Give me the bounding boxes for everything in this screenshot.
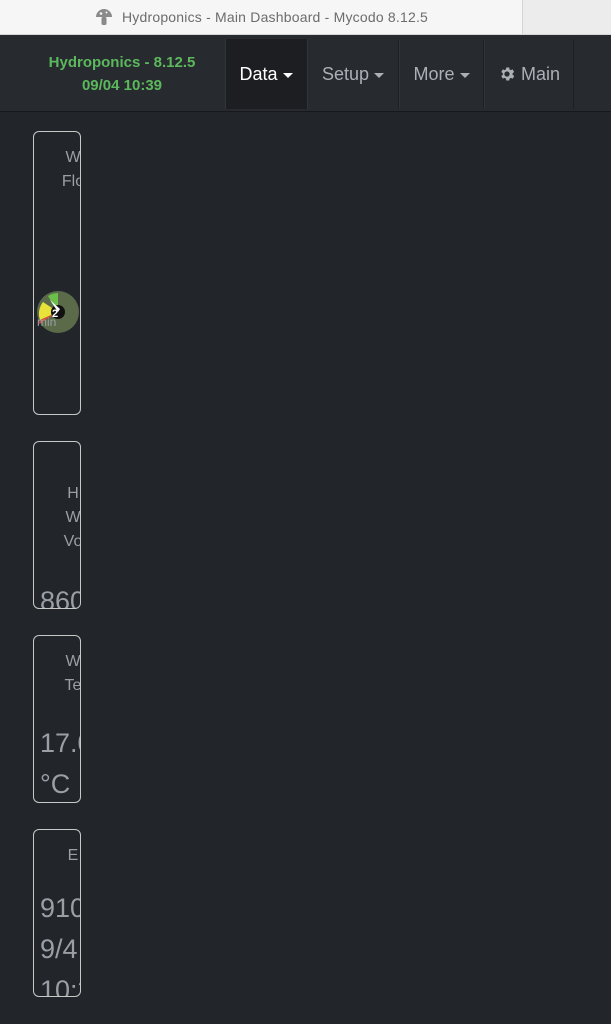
nav-more-label: More (413, 63, 455, 84)
nav-setup-label: Setup (321, 63, 370, 84)
widget-value: 17.0 °C (40, 723, 80, 802)
nav-data-dropdown[interactable]: Data (225, 39, 307, 109)
brand-title: Hydroponics - 8.12.5 (48, 54, 196, 71)
nav-more-dropdown[interactable]: More (399, 39, 484, 109)
window-title-container: Hydroponics - Main Dashboard - Mycodo 8.… (0, 0, 522, 34)
widget-title-line: Flo (61, 173, 80, 190)
top-navbar: Hydroponics - 8.12.5 09/04 10:39 Data Se… (0, 35, 611, 112)
widget-value-line: 17.0 (40, 728, 80, 758)
window-titlebar: Hydroponics - Main Dashboard - Mycodo 8.… (0, 0, 611, 35)
brand[interactable]: Hydroponics - 8.12.5 09/04 10:39 (30, 51, 214, 97)
mushroom-icon (95, 9, 112, 25)
widget-title-line: W (65, 149, 81, 166)
widget-value-line: °C (40, 769, 71, 799)
widget-value-line: 910 (40, 893, 81, 923)
widget-value: 860 (40, 581, 81, 609)
window-tab-area[interactable] (522, 0, 611, 34)
widget-title: E (50, 844, 80, 868)
gauge-unit: min (37, 315, 57, 329)
nav-setup-dropdown[interactable]: Setup (307, 39, 399, 109)
widget-value: 910 9/4 10:3 (40, 888, 81, 997)
widget-title-line: W (65, 509, 81, 526)
caret-down-icon (374, 72, 385, 78)
gear-icon (501, 67, 515, 81)
caret-down-icon (282, 72, 293, 78)
widget-title-line: Te (64, 677, 81, 694)
widget-title: W Te (50, 650, 81, 698)
widget-title-line: W (65, 653, 81, 670)
caret-down-icon (459, 72, 470, 78)
widget-title-line: Vo (63, 533, 81, 550)
widget-title-line: E (67, 847, 79, 864)
widget-water-flow[interactable]: W Flo 2 min (33, 131, 81, 415)
window-title: Hydroponics - Main Dashboard - Mycodo 8.… (121, 9, 429, 25)
brand-datetime: 09/04 10:39 (81, 77, 163, 94)
widget-value-line: 9/4 (40, 934, 78, 964)
widget-value-line: 860 (40, 586, 81, 609)
widget-water-volume[interactable]: H W Vo 860 (33, 441, 81, 609)
widget-e[interactable]: E 910 9/4 10:3 (33, 829, 81, 997)
widget-title: H W Vo (50, 482, 81, 554)
widget-title: W Flo (50, 146, 81, 194)
nav-main-label: Main (520, 63, 560, 84)
nav-main-link[interactable]: Main (484, 39, 574, 109)
nav-data-label: Data (239, 63, 278, 84)
widget-water-temperature[interactable]: W Te 17.0 °C (33, 635, 81, 803)
widget-value-line: 10:3 (40, 975, 80, 997)
widget-title-line: H (67, 485, 79, 502)
